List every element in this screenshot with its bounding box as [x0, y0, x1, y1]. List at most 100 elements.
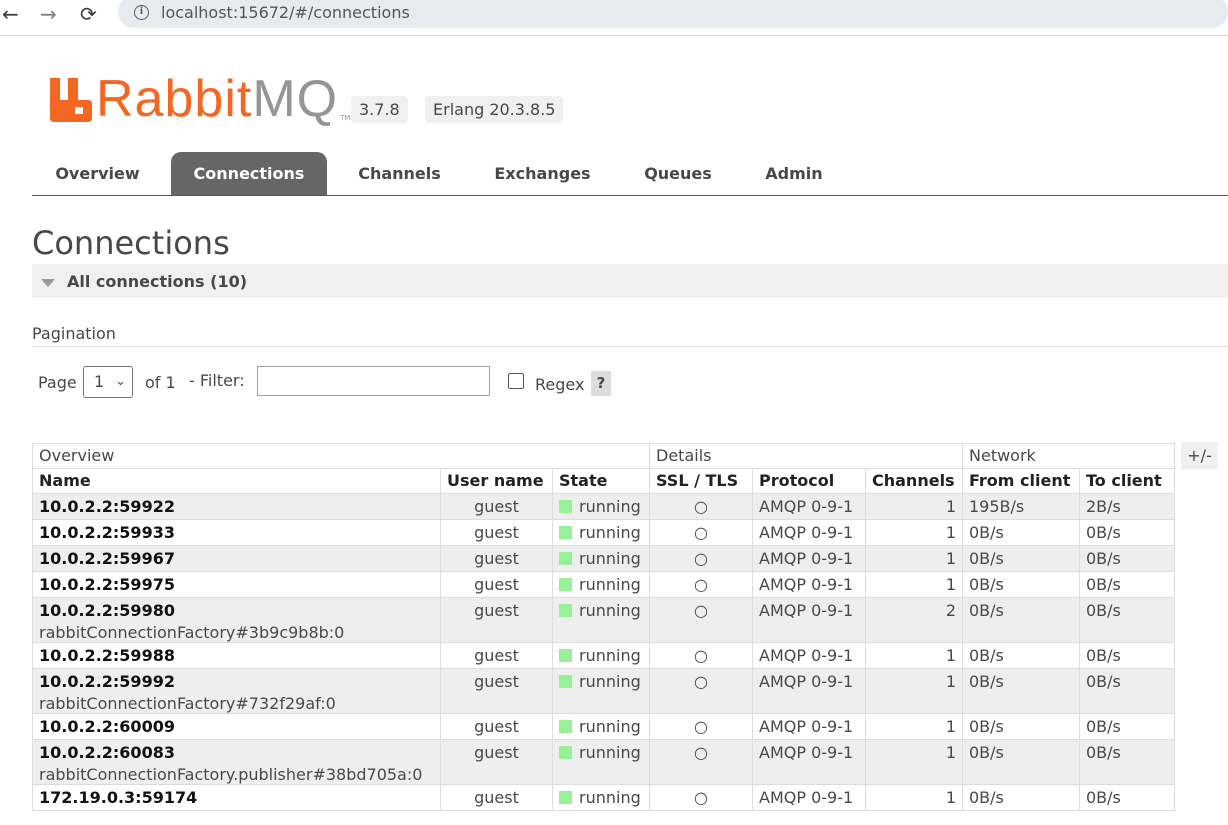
column-header-name[interactable]: Name: [32, 468, 441, 494]
table-row[interactable]: 10.0.2.2:59933 guest running ○ AMQP 0-9-1 1 0B…: [32, 519, 1175, 546]
table-row[interactable]: 10.0.2.2:59980 rabbitConnectionFactory#3b…: [32, 597, 1175, 643]
version-badge: 3.7.8: [351, 96, 408, 123]
regex-checkbox[interactable]: [508, 373, 524, 389]
group-header-details: Details: [649, 443, 963, 469]
connections-table-body: 10.0.2.2:59922 guest running ○ AMQP 0-9-1 1 19…: [32, 493, 1175, 811]
table-row[interactable]: 10.0.2.2:60083 rabbitConnectionFactory.pu…: [32, 739, 1175, 785]
state-text: running: [579, 717, 641, 736]
connection-name-cell[interactable]: 10.0.2.2:59988: [32, 642, 441, 669]
url-text[interactable]: localhost:15672/#/connections: [161, 3, 410, 22]
ssl-cell: ○: [649, 545, 753, 572]
table-row[interactable]: 10.0.2.2:59988 guest running ○ AMQP 0-9-1 1 0B…: [32, 642, 1175, 669]
connection-name-cell[interactable]: 10.0.2.2:59922: [32, 493, 441, 520]
from-client-cell: 0B/s: [962, 519, 1080, 546]
tab-admin[interactable]: Admin: [744, 152, 844, 195]
connection-name-link[interactable]: 10.0.2.2:59992: [39, 672, 175, 691]
connection-client-name: rabbitConnectionFactory#732f29af:0: [39, 694, 336, 713]
back-arrow-icon[interactable]: ←: [2, 2, 19, 26]
page-count-label: of 1: [145, 373, 176, 392]
connection-name-link[interactable]: 10.0.2.2:59967: [39, 549, 175, 568]
page-select[interactable]: 1 ⌄: [83, 366, 133, 398]
forward-arrow-icon[interactable]: →: [40, 2, 57, 26]
column-header-from-client[interactable]: From client: [962, 468, 1080, 494]
connections-table: Overview Details Network Name User name …: [32, 443, 1175, 811]
help-button[interactable]: ?: [591, 371, 611, 396]
table-row[interactable]: 10.0.2.2:59922 guest running ○ AMQP 0-9-1 1 19…: [32, 493, 1175, 520]
to-client-cell: 0B/s: [1079, 571, 1175, 598]
connection-name-link[interactable]: 10.0.2.2:59980: [39, 601, 175, 620]
ssl-cell: ○: [649, 713, 753, 740]
state-cell: running: [552, 642, 650, 669]
all-connections-section-toggle[interactable]: All connections (10): [32, 264, 1228, 298]
ssl-cell: ○: [649, 784, 753, 811]
tab-overview[interactable]: Overview: [32, 152, 163, 195]
page-title: Connections: [32, 224, 230, 262]
column-header-ssl[interactable]: SSL / TLS: [649, 468, 753, 494]
table-row[interactable]: 10.0.2.2:59975 guest running ○ AMQP 0-9-1 1 0B…: [32, 571, 1175, 598]
state-cell: running: [552, 713, 650, 740]
connection-name-cell[interactable]: 172.19.0.3:59174: [32, 784, 441, 811]
connection-name-cell[interactable]: 10.0.2.2:59992 rabbitConnectionFactory#73…: [32, 668, 441, 714]
reload-icon[interactable]: ⟳: [80, 2, 97, 26]
state-text: running: [579, 788, 641, 807]
connection-name-cell[interactable]: 10.0.2.2:59980 rabbitConnectionFactory#3b…: [32, 597, 441, 643]
connection-client-name: rabbitConnectionFactory#3b9c9b8b:0: [39, 623, 345, 642]
protocol-cell: AMQP 0-9-1: [752, 713, 866, 740]
column-header-channels[interactable]: Channels: [865, 468, 963, 494]
table-row[interactable]: 10.0.2.2:59992 rabbitConnectionFactory#73…: [32, 668, 1175, 714]
user-name-cell: guest: [440, 739, 553, 785]
column-header-to-client[interactable]: To client: [1079, 468, 1175, 494]
user-name-cell: guest: [440, 597, 553, 643]
column-toggle-button[interactable]: +/-: [1181, 442, 1218, 469]
state-text: running: [579, 601, 641, 620]
table-row[interactable]: 10.0.2.2:59967 guest running ○ AMQP 0-9-1 1 0B…: [32, 545, 1175, 572]
channels-cell: 1: [865, 668, 963, 714]
channels-cell: 1: [865, 493, 963, 520]
channels-cell: 1: [865, 784, 963, 811]
regex-label: Regex: [535, 375, 585, 394]
channels-cell: 1: [865, 519, 963, 546]
user-name-cell: guest: [440, 545, 553, 572]
ssl-cell: ○: [649, 642, 753, 669]
user-name-cell: guest: [440, 642, 553, 669]
connection-name-cell[interactable]: 10.0.2.2:59933: [32, 519, 441, 546]
protocol-cell: AMQP 0-9-1: [752, 739, 866, 785]
protocol-cell: AMQP 0-9-1: [752, 668, 866, 714]
column-header-state[interactable]: State: [552, 468, 650, 494]
page-label: Page: [38, 373, 77, 392]
state-indicator: [559, 552, 572, 565]
connection-name-cell[interactable]: 10.0.2.2:59975: [32, 571, 441, 598]
connection-name-link[interactable]: 10.0.2.2:60083: [39, 743, 175, 762]
rabbitmq-logo[interactable]: RabbitMQ TM: [48, 70, 350, 128]
state-indicator: [559, 500, 572, 513]
address-bar[interactable]: i localhost:15672/#/connections: [118, 0, 1228, 28]
column-header-user[interactable]: User name: [440, 468, 553, 494]
connection-name-cell[interactable]: 10.0.2.2:60009: [32, 713, 441, 740]
connection-name-link[interactable]: 10.0.2.2:59922: [39, 497, 175, 516]
to-client-cell: 0B/s: [1079, 545, 1175, 572]
section-label: All connections (10): [67, 272, 248, 291]
table-row[interactable]: 10.0.2.2:60009 guest running ○ AMQP 0-9-1 1 0B…: [32, 713, 1175, 740]
column-header-protocol[interactable]: Protocol: [752, 468, 866, 494]
connection-name-link[interactable]: 172.19.0.3:59174: [39, 788, 197, 807]
info-icon[interactable]: i: [134, 5, 149, 20]
connection-name-cell[interactable]: 10.0.2.2:60083 rabbitConnectionFactory.pu…: [32, 739, 441, 785]
protocol-cell: AMQP 0-9-1: [752, 545, 866, 572]
tab-exchanges[interactable]: Exchanges: [472, 152, 613, 195]
state-text: running: [579, 575, 641, 594]
connection-name-link[interactable]: 10.0.2.2:59988: [39, 646, 175, 665]
table-row[interactable]: 172.19.0.3:59174 guest running ○ AMQP 0-9-1 1…: [32, 784, 1175, 811]
connection-name-cell[interactable]: 10.0.2.2:59967: [32, 545, 441, 572]
tab-channels[interactable]: Channels: [337, 152, 462, 195]
connection-name-link[interactable]: 10.0.2.2:59933: [39, 523, 175, 542]
tab-connections[interactable]: Connections: [171, 152, 327, 195]
connection-name-link[interactable]: 10.0.2.2:60009: [39, 717, 175, 736]
state-cell: running: [552, 493, 650, 520]
tab-queues[interactable]: Queues: [624, 152, 732, 195]
state-cell: running: [552, 739, 650, 785]
filter-input[interactable]: [257, 366, 490, 396]
user-name-cell: guest: [440, 519, 553, 546]
logo-wordmark: RabbitMQ: [96, 70, 339, 128]
connection-name-link[interactable]: 10.0.2.2:59975: [39, 575, 175, 594]
user-name-cell: guest: [440, 668, 553, 714]
